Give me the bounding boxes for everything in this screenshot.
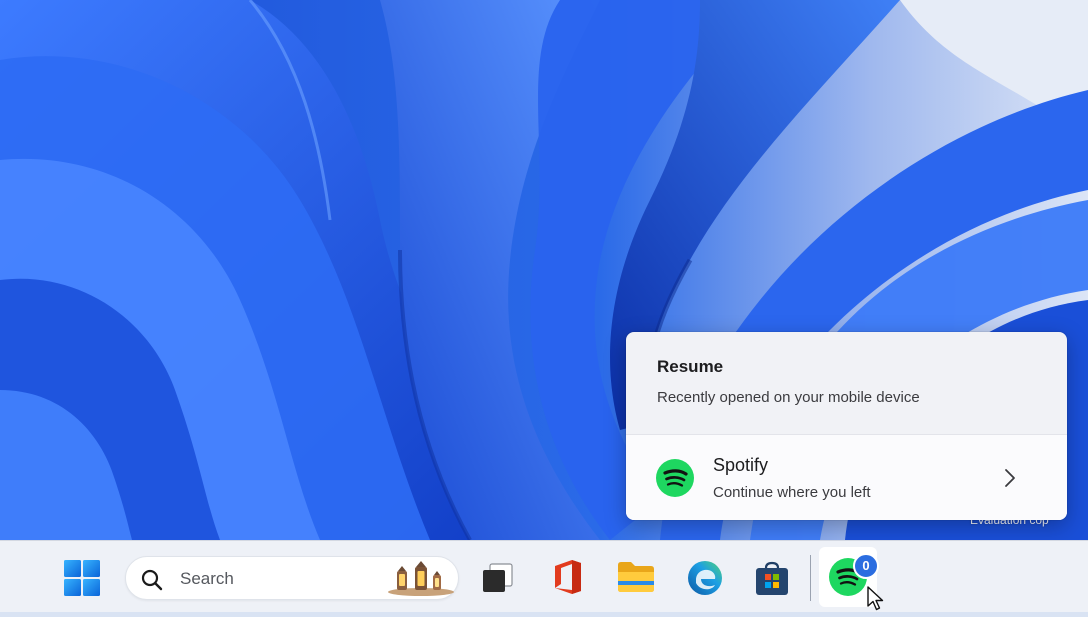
flyout-title: Resume: [657, 357, 724, 376]
resume-app-description: Continue where you left: [713, 484, 871, 501]
spotify-notification-badge: 0: [853, 553, 879, 579]
file-explorer-icon: [616, 562, 656, 598]
windows-start-icon: [63, 560, 101, 601]
start-button[interactable]: [63, 559, 101, 602]
taskbar: 0: [0, 540, 1088, 612]
flyout-subtitle: Recently opened on your mobile device: [657, 389, 920, 406]
task-view-icon: [480, 563, 516, 599]
store-button[interactable]: [753, 559, 791, 602]
resume-app-name: Spotify: [713, 455, 769, 475]
resume-item-spotify[interactable]: Spotify Continue where you left: [626, 434, 1067, 520]
office-icon: [551, 560, 585, 600]
edge-icon: [686, 561, 724, 601]
taskbar-search[interactable]: [125, 556, 459, 600]
file-explorer-button[interactable]: [616, 560, 656, 599]
resume-flyout: Resume Recently opened on your mobile de…: [626, 332, 1067, 520]
flyout-header: Resume Recently opened on your mobile de…: [626, 332, 1067, 434]
taskbar-separator: [810, 555, 811, 601]
chevron-right-icon: [1003, 468, 1017, 493]
search-highlight-lanterns-icon: [386, 561, 456, 602]
store-icon: [753, 561, 791, 601]
search-input[interactable]: [178, 567, 382, 591]
spotify-icon: [656, 459, 694, 502]
edge-button[interactable]: [686, 559, 724, 602]
task-view-button[interactable]: [480, 561, 516, 600]
office-button[interactable]: [551, 558, 585, 601]
mouse-cursor-icon: [866, 586, 884, 617]
search-icon: [140, 568, 164, 597]
